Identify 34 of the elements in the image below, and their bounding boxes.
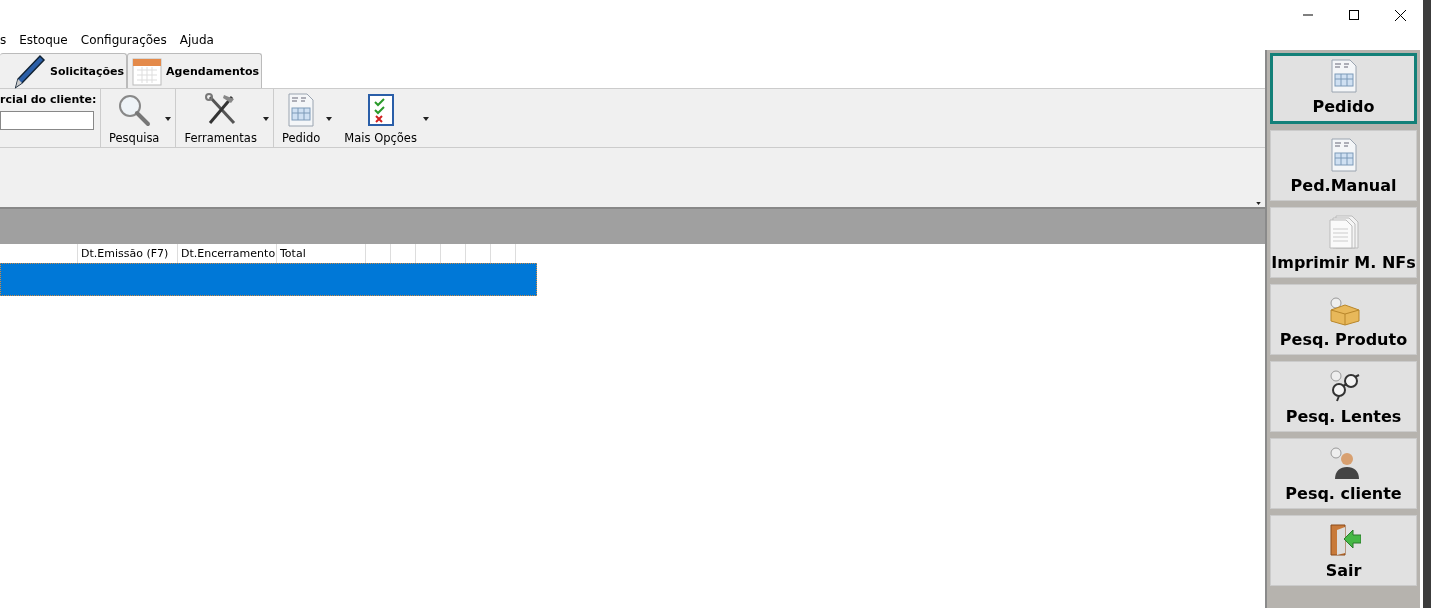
sidebar-button[interactable]: Ped.Manual — [1270, 130, 1417, 201]
sidebar-button[interactable]: Pesq. Lentes — [1270, 361, 1417, 432]
input-field[interactable] — [0, 111, 94, 130]
document-icon — [1329, 138, 1358, 172]
hammer-wrench-icon — [203, 93, 238, 127]
sidebar-button[interactable]: Sair — [1270, 515, 1417, 586]
maximize-icon[interactable] — [1349, 10, 1359, 20]
dropdown-caret-icon[interactable] — [422, 117, 429, 121]
toolbar-button[interactable]: Mais Opções — [344, 93, 417, 145]
sidebar-button[interactable]: Imprimir M. NFs — [1270, 207, 1417, 278]
menu-item[interactable]: Ajuda — [179, 33, 214, 47]
sidebar-button[interactable]: Pedido — [1270, 53, 1417, 124]
checklist-icon — [367, 94, 394, 126]
field-label: rcial do cliente: — [0, 93, 98, 106]
toolbar-button[interactable]: Pesquisa — [109, 93, 160, 145]
sidebar-button[interactable]: Pesq. Produto — [1270, 284, 1417, 355]
dropdown-caret-icon[interactable] — [1256, 202, 1261, 205]
sidebar-button[interactable]: Pesq. cliente — [1270, 438, 1417, 509]
calendar-icon — [132, 56, 163, 86]
dropdown-caret-icon[interactable] — [262, 117, 269, 121]
dropdown-caret-icon[interactable] — [165, 117, 172, 121]
menu-item[interactable]: s — [0, 33, 7, 47]
tab[interactable]: Solicitações — [0, 53, 128, 88]
menu-item[interactable]: Configurações — [80, 33, 167, 47]
document-icon — [287, 93, 316, 127]
toolbar-button[interactable]: Ferramentas — [184, 93, 257, 145]
menu-item[interactable]: Estoque — [19, 33, 68, 47]
magnifier-icon — [117, 93, 152, 127]
document-icon — [1329, 59, 1358, 93]
tab[interactable]: Agendamentos — [127, 53, 263, 88]
dropdown-caret-icon[interactable] — [326, 117, 333, 121]
close-icon[interactable] — [1394, 9, 1406, 21]
documents-icon — [1327, 215, 1360, 249]
toolbar-button[interactable]: Pedido — [281, 93, 321, 145]
